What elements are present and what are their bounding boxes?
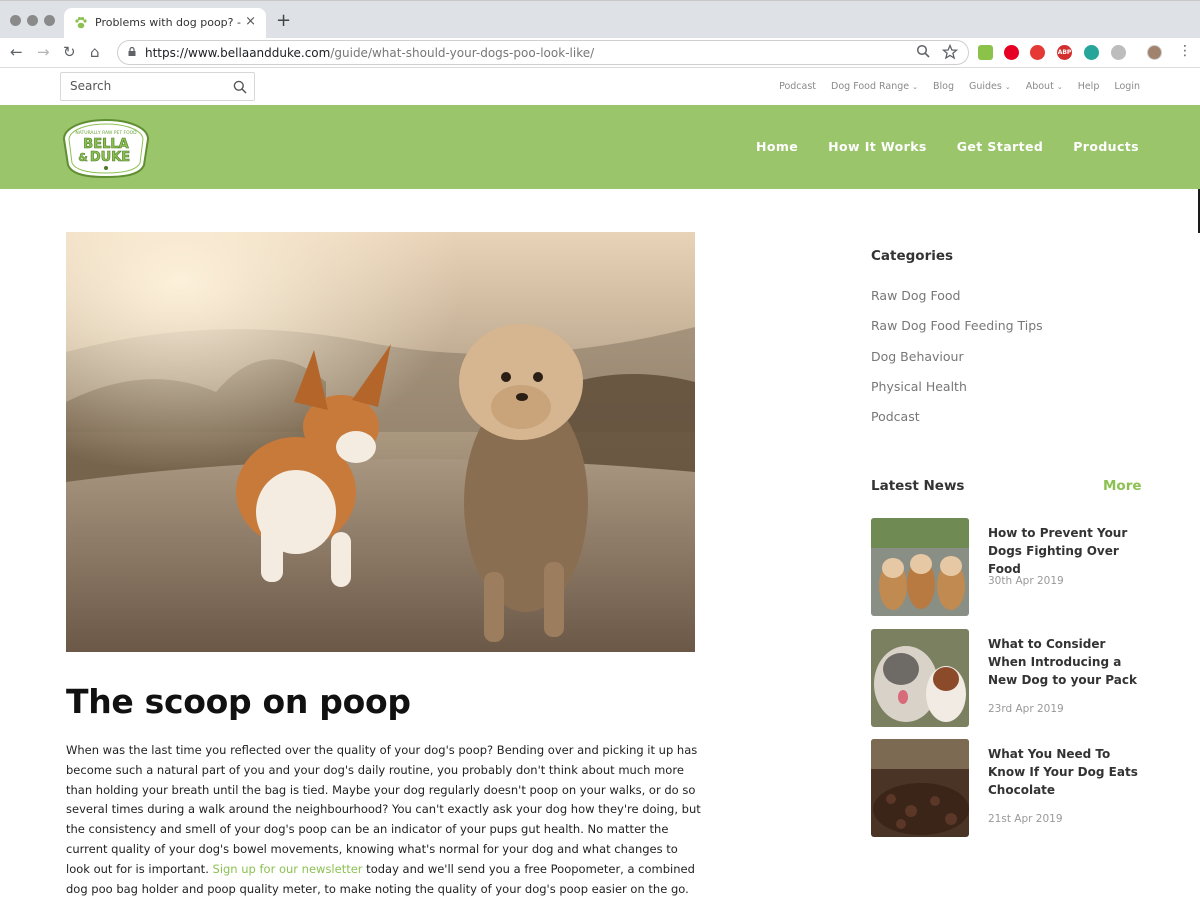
- util-link-about[interactable]: About ⌄: [1026, 81, 1063, 92]
- logo-word-duke: DUKE: [90, 150, 130, 165]
- home-icon[interactable]: ⌂: [90, 43, 100, 61]
- extension-gray-icon[interactable]: [1111, 45, 1126, 60]
- util-link-label: Podcast: [779, 81, 817, 92]
- news-card[interactable]: What to Consider When Introducing a New …: [871, 629, 1146, 727]
- url-text[interactable]: https://www.bellaandduke.com/guide/what-…: [145, 46, 594, 60]
- tab-title: Problems with dog poop? - Bel: [95, 16, 243, 29]
- news-card[interactable]: How to Prevent Your Dogs Fighting Over F…: [871, 518, 1146, 616]
- pinterest-icon[interactable]: [1004, 45, 1019, 60]
- util-link-label: Blog: [932, 81, 954, 92]
- util-link-login[interactable]: Login: [1114, 81, 1140, 92]
- reload-icon[interactable]: ↻: [63, 43, 76, 61]
- zoom-icon[interactable]: [916, 44, 931, 59]
- search-icon[interactable]: [233, 80, 247, 94]
- new-tab-button[interactable]: +: [276, 10, 291, 31]
- lock-icon: [128, 47, 136, 56]
- article-text: When was the last time you reflected ove…: [66, 743, 701, 876]
- news-date: 23rd Apr 2019: [988, 703, 1064, 715]
- chevron-down-icon: ⌄: [912, 83, 918, 91]
- extension-icon[interactable]: [978, 45, 993, 60]
- nav-products[interactable]: Products: [1073, 139, 1139, 154]
- categories-heading: Categories: [871, 248, 954, 264]
- profile-avatar[interactable]: [1147, 45, 1162, 60]
- category-item[interactable]: Raw Dog Food: [871, 288, 1043, 318]
- logo-ampersand: &: [78, 151, 88, 164]
- util-link-help[interactable]: Help: [1078, 81, 1100, 92]
- nav-get-started[interactable]: Get Started: [957, 139, 1043, 154]
- category-item[interactable]: Podcast: [871, 409, 1043, 439]
- back-arrow-icon[interactable]: ←: [10, 43, 23, 61]
- nav-how-it-works[interactable]: How It Works: [828, 139, 927, 154]
- util-link-label: Help: [1077, 81, 1100, 92]
- bella-and-duke-logo[interactable]: NATURALLY RAW PET FOOD BELLA & DUKE: [60, 115, 152, 181]
- category-item[interactable]: Physical Health: [871, 379, 1043, 409]
- util-link-label: About: [1025, 81, 1054, 92]
- article-title: The scoop on poop: [66, 682, 411, 721]
- util-link-podcast[interactable]: Podcast: [779, 81, 816, 92]
- newsletter-link[interactable]: Sign up for our newsletter: [213, 862, 363, 876]
- util-link-guides[interactable]: Guides ⌄: [969, 81, 1011, 92]
- news-thumbnail: [871, 518, 969, 616]
- util-link-label: Login: [1114, 81, 1140, 92]
- main-nav: Home How It Works Get Started Products: [726, 139, 1139, 154]
- bookmark-star-icon[interactable]: [942, 44, 958, 60]
- news-headline[interactable]: What You Need To Know If Your Dog Eats C…: [988, 745, 1148, 799]
- chevron-down-icon: ⌄: [1056, 83, 1063, 91]
- util-link-label: Dog Food Range: [831, 81, 910, 92]
- forward-arrow-icon[interactable]: →: [37, 43, 50, 61]
- paw-favicon-icon: [75, 17, 87, 29]
- address-bar[interactable]: https://www.bellaandduke.com/guide/what-…: [117, 40, 969, 65]
- adblock-icon[interactable]: ABP: [1057, 45, 1072, 60]
- browser-tab-strip: Problems with dog poop? - Bel × +: [0, 0, 1200, 39]
- utility-bar: Podcast Dog Food Range⌄ Blog Guides⌄ Abo…: [0, 69, 1200, 105]
- utility-links: Podcast Dog Food Range ⌄ Blog Guides ⌄ Abo…: [764, 81, 1140, 92]
- search-input[interactable]: [70, 79, 220, 93]
- browser-tab[interactable]: Problems with dog poop? - Bel ×: [64, 8, 266, 39]
- close-window-button[interactable]: [10, 15, 21, 26]
- site-search: [60, 72, 255, 101]
- util-link-label: Guides: [968, 81, 1002, 92]
- category-item[interactable]: Raw Dog Food Feeding Tips: [871, 318, 1043, 348]
- util-link-blog[interactable]: Blog: [933, 81, 954, 92]
- minimize-window-button[interactable]: [27, 15, 38, 26]
- news-date: 21st Apr 2019: [988, 813, 1063, 825]
- latest-news-heading: Latest News: [871, 478, 965, 494]
- news-date: 30th Apr 2019: [988, 575, 1064, 587]
- tab-close-icon[interactable]: ×: [245, 14, 256, 29]
- url-host: https://www.bellaandduke.com: [145, 46, 331, 60]
- category-item[interactable]: Dog Behaviour: [871, 349, 1043, 379]
- news-card[interactable]: What You Need To Know If Your Dog Eats C…: [871, 739, 1146, 837]
- logo-tagline: NATURALLY RAW PET FOOD: [75, 130, 137, 136]
- news-thumbnail: [871, 629, 969, 727]
- news-headline[interactable]: How to Prevent Your Dogs Fighting Over F…: [988, 524, 1148, 578]
- news-thumbnail: [871, 739, 969, 837]
- url-path: /guide/what-should-your-dogs-poo-look-li…: [330, 46, 595, 60]
- category-list: Raw Dog Food Raw Dog Food Feeding Tips D…: [871, 288, 1043, 439]
- article-body: When was the last time you reflected ove…: [66, 741, 701, 899]
- extension-teal-icon[interactable]: [1084, 45, 1099, 60]
- more-news-link[interactable]: More: [1103, 478, 1142, 494]
- chevron-down-icon: ⌄: [1004, 83, 1011, 91]
- browser-toolbar: ← → ↻ ⌂ https://www.bellaandduke.com/gui…: [0, 38, 1200, 68]
- news-headline[interactable]: What to Consider When Introducing a New …: [988, 635, 1148, 689]
- nav-home[interactable]: Home: [756, 139, 798, 154]
- maximize-window-button[interactable]: [44, 15, 55, 26]
- util-link-dog-food-range[interactable]: Dog Food Range ⌄: [831, 81, 918, 92]
- hero-image-dogs: [66, 232, 695, 652]
- browser-menu-icon[interactable]: ⋮: [1178, 43, 1192, 59]
- site-header: NATURALLY RAW PET FOOD BELLA & DUKE Home…: [0, 105, 1200, 189]
- extension-badge-icon[interactable]: [1030, 45, 1045, 60]
